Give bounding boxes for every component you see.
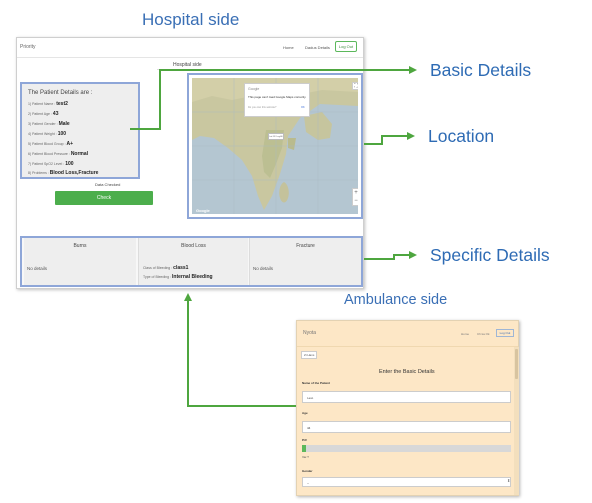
- row-label: 6) Patient Blood Pressure :: [28, 152, 70, 156]
- gender-select[interactable]: -- ⬍: [302, 477, 511, 487]
- bleeding-class-label: Class of Bleeding :: [143, 266, 173, 270]
- patient-details-panel: The Patient Details are : 1) Patient Nam…: [20, 82, 140, 179]
- hospital-screenshot: Priority Home Dadus Details Log Out Hosp…: [16, 37, 364, 289]
- fracture-column: Fracture No details: [249, 238, 361, 285]
- patient-row: 2) Patient Age : 43: [28, 111, 58, 117]
- burns-no-details: No details: [27, 266, 48, 271]
- patient-name-label: Name of the Patient: [302, 381, 331, 385]
- ambulance-nav-other[interactable]: Ch ka Ok: [477, 332, 490, 336]
- patient-name-input[interactable]: t.est.: [302, 391, 511, 403]
- row-value: 100: [57, 131, 67, 137]
- bleeding-class-row: Class of Bleeding : class1: [143, 265, 188, 271]
- logout-button[interactable]: Log Out: [335, 41, 357, 52]
- map-error-message: This page can't load Google Maps correct…: [248, 95, 307, 99]
- ambulance-navbar: Nyota Home Ch ka Ok Log Out: [297, 321, 518, 347]
- age-label: Age: [302, 411, 308, 415]
- hospital-navbar: Priority Home Dadus Details Log Out: [17, 38, 363, 58]
- bleeding-type-row: Type of Bleeding : Internal Bleeding: [143, 274, 213, 280]
- google-logo: Google: [196, 208, 210, 213]
- specific-details-arrow: [364, 251, 417, 260]
- location-map-panel: Google This page can't load Google Maps …: [187, 73, 363, 219]
- ambulance-to-hospital-arrow: [184, 293, 296, 407]
- specific-details-callout: Specific Details: [430, 245, 550, 265]
- map-view[interactable]: Google This page can't load Google Maps …: [192, 78, 358, 214]
- location-arrow: [364, 132, 415, 145]
- blood-loss-column: Blood Loss Class of Bleeding : class1 Ty…: [138, 238, 248, 285]
- hospital-page-subtitle: Hospital side: [173, 62, 202, 68]
- row-value: Male: [58, 121, 70, 127]
- value-slider-fill: [302, 445, 306, 452]
- subtitle-divider: [157, 69, 227, 70]
- slider-sub-label: Var.T: [302, 455, 309, 459]
- patient-row: 7) Patient SpO2 Level : 100: [28, 161, 74, 167]
- value-slider-track[interactable]: [302, 445, 511, 452]
- fracture-heading: Fracture: [296, 243, 315, 249]
- hospital-side-title: Hospital side: [142, 10, 240, 29]
- patient-row: 6) Patient Blood Pressure : Normal: [28, 151, 88, 157]
- location-callout: Location: [428, 126, 495, 146]
- row-label: 5) Patient Blood Group :: [28, 142, 66, 146]
- patient-row: 3) Patient Gender : Male: [28, 121, 70, 127]
- basic-details-callout: Basic Details: [430, 60, 532, 80]
- hospital-brand[interactable]: Priority: [20, 44, 36, 50]
- row-label: 8) Problems :: [28, 171, 49, 175]
- annotated-figure: Hospital side Priority Home Dadus Detail…: [0, 0, 592, 503]
- ambulance-logout-button[interactable]: Log Out: [496, 329, 514, 337]
- check-button[interactable]: Check: [55, 191, 153, 205]
- fullscreen-icon[interactable]: ⛶: [352, 82, 358, 90]
- zoom-in-button[interactable]: +: [353, 189, 358, 197]
- patient-row: 5) Patient Blood Group : A+: [28, 141, 73, 147]
- blood-loss-heading: Blood Loss: [181, 243, 206, 249]
- nav-details-link[interactable]: Dadus Details: [305, 45, 330, 50]
- burns-column: Burns No details: [24, 238, 136, 285]
- gender-label: Gender: [302, 469, 313, 473]
- row-value: 100: [65, 161, 74, 167]
- basic-details-heading: Enter the Basic Details: [379, 369, 435, 375]
- row-label: 1) Patient Name :: [28, 102, 56, 106]
- row-label: 3) Patient Gender :: [28, 122, 58, 126]
- gender-select-value: --: [307, 481, 309, 485]
- nav-home-link[interactable]: Home: [283, 45, 294, 50]
- bleeding-type-label: Type of Bleeding :: [143, 275, 172, 279]
- zoom-out-button[interactable]: −: [353, 198, 358, 206]
- ambulance-brand[interactable]: Nyota: [303, 330, 316, 336]
- map-error-google-logo: Google: [248, 87, 260, 91]
- scrollbar-thumb[interactable]: [515, 349, 518, 379]
- map-error-question: Do you own this website?: [248, 106, 277, 109]
- patient-row: 1) Patient Name : test2: [28, 101, 68, 107]
- row-label: 4) Patient Weight :: [28, 132, 57, 136]
- bleeding-class-value: class1: [173, 265, 189, 271]
- row-label: 2) Patient Age :: [28, 112, 52, 116]
- zoom-controls: + −: [352, 188, 358, 206]
- burns-heading: Burns: [73, 243, 87, 249]
- row-label: 7) Patient SpO2 Level :: [28, 162, 65, 166]
- row-value: 43: [52, 111, 59, 117]
- ambulance-screenshot: Nyota Home Ch ka Ok Log Out Zi Hans Ente…: [296, 320, 519, 496]
- ambulance-nav-home[interactable]: Home: [461, 332, 469, 336]
- map-error-dialog: Google This page can't load Google Maps …: [244, 83, 310, 117]
- data-checked-label: Data Checked: [95, 182, 121, 187]
- row-value: A+: [66, 141, 74, 147]
- scrollbar[interactable]: [514, 347, 519, 495]
- specific-details-panel: Burns No details Blood Loss Class of Ble…: [20, 236, 363, 287]
- ambulance-tab[interactable]: Zi Hans: [301, 351, 318, 359]
- row-value: Normal: [70, 151, 89, 157]
- row-value: Blood Loss,Fracture: [49, 170, 99, 176]
- patient-row: 4) Patient Weight : 100: [28, 131, 66, 137]
- patient-details-title: The Patient Details are :: [28, 90, 93, 96]
- select-arrow-icon: ⬍: [507, 478, 511, 483]
- patient-row: 8) Problems : Blood Loss,Fracture: [28, 170, 98, 176]
- map-location-marker[interactable]: Lat:13 / Lng:80: [268, 133, 284, 140]
- bleeding-type-value: Internal Bleeding: [172, 274, 213, 280]
- row-value: test2: [56, 101, 68, 107]
- progress-label: P.R: [302, 438, 307, 442]
- ambulance-side-title: Ambulance side: [344, 292, 448, 308]
- fracture-no-details: No details: [253, 266, 274, 271]
- map-error-ok-button[interactable]: OK: [301, 106, 305, 109]
- age-input[interactable]: 44: [302, 421, 511, 433]
